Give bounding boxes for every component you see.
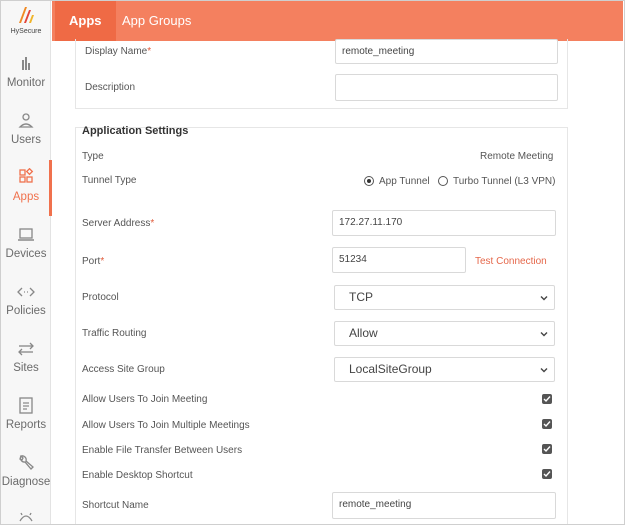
report-icon [19, 397, 33, 414]
display-name-input[interactable]: remote_meeting [335, 39, 558, 64]
logo: HySecure [1, 1, 51, 41]
sidebar-item-monitor[interactable]: Monitor [1, 46, 51, 102]
code-arrows-icon [17, 287, 35, 297]
chevron-down-icon [540, 332, 548, 337]
allow-multiple-label: Allow Users To Join Multiple Meetings [82, 420, 250, 431]
shortcut-name-label: Shortcut Name [82, 500, 149, 511]
access-site-group-label: Access Site Group [82, 364, 165, 375]
brand-name: HySecure [10, 28, 42, 35]
sidebar-item-apps[interactable]: Apps [1, 160, 52, 216]
app-tunnel-radio[interactable] [364, 176, 374, 186]
laptop-icon [18, 228, 34, 241]
sidebar-item-label: Monitor [6, 77, 46, 89]
tunnel-type-label: Tunnel Type [82, 175, 137, 186]
traffic-routing-value: Allow [349, 326, 378, 340]
sidebar-item-sites[interactable]: Sites [1, 331, 51, 387]
settings-icon[interactable] [18, 511, 34, 523]
tab-app-groups[interactable]: App Groups [108, 1, 205, 41]
bar-chart-icon [22, 57, 30, 70]
sidebar-item-devices[interactable]: Devices [1, 217, 51, 273]
traffic-routing-label: Traffic Routing [82, 328, 147, 339]
sidebar-item-diagnose[interactable]: Diagnose [1, 445, 51, 501]
port-label: Port* [82, 256, 105, 267]
traffic-routing-select[interactable]: Allow [334, 321, 555, 346]
tab-apps[interactable]: Apps [55, 1, 116, 41]
sidebar-item-policies[interactable]: Policies [1, 274, 51, 330]
section-title: Application Settings [82, 125, 189, 137]
top-nav-bar: Apps App Groups [52, 1, 623, 41]
test-connection-link[interactable]: Test Connection [475, 256, 547, 267]
sidebar-item-label: Policies [6, 305, 46, 317]
sidebar-item-users[interactable]: Users [1, 103, 51, 159]
apps-grid-icon [19, 168, 34, 183]
access-site-group-value: LocalSiteGroup [349, 362, 432, 376]
sidebar-item-label: Reports [5, 419, 47, 431]
file-transfer-label: Enable File Transfer Between Users [82, 445, 243, 456]
allow-join-label: Allow Users To Join Meeting [82, 394, 208, 405]
checkmark-icon [543, 421, 551, 428]
sidebar: HySecure Monitor Users Apps Devices Poli… [1, 1, 52, 524]
checkmark-icon [543, 396, 551, 403]
server-address-input[interactable]: 172.27.11.170 [332, 210, 556, 236]
desktop-shortcut-label: Enable Desktop Shortcut [82, 470, 193, 481]
access-site-group-select[interactable]: LocalSiteGroup [334, 357, 555, 382]
app-tunnel-label: App Tunnel [379, 176, 430, 187]
turbo-tunnel-label: Turbo Tunnel (L3 VPN) [453, 176, 556, 187]
chevron-down-icon [540, 296, 548, 301]
sidebar-item-label: Devices [5, 248, 47, 260]
sidebar-item-reports[interactable]: Reports [1, 388, 51, 444]
file-transfer-checkbox[interactable] [542, 444, 552, 454]
checkmark-icon [543, 471, 551, 478]
protocol-value: TCP [349, 290, 373, 304]
hysecure-logo-icon [19, 7, 34, 23]
sidebar-item-label: Apps [12, 191, 40, 203]
sidebar-item-label: Users [10, 134, 42, 146]
port-input[interactable]: 51234 [332, 247, 466, 273]
type-value: Remote Meeting [480, 151, 554, 162]
desktop-shortcut-checkbox[interactable] [542, 469, 552, 479]
swap-arrows-icon [18, 342, 34, 356]
sidebar-item-label: Diagnose [1, 476, 51, 488]
checkmark-icon [543, 446, 551, 453]
type-label: Type [82, 151, 104, 162]
display-name-label: Display Name* [85, 46, 152, 57]
wrench-icon [19, 455, 34, 470]
server-address-label: Server Address* [82, 218, 155, 229]
allow-multiple-checkbox[interactable] [542, 419, 552, 429]
user-icon [18, 113, 34, 128]
sidebar-item-label: Sites [13, 362, 39, 374]
shortcut-name-input[interactable]: remote_meeting [332, 492, 556, 519]
protocol-label: Protocol [82, 292, 119, 303]
chevron-down-icon [540, 368, 548, 373]
turbo-tunnel-radio[interactable] [438, 176, 448, 186]
allow-join-checkbox[interactable] [542, 394, 552, 404]
description-label: Description [85, 82, 136, 93]
protocol-select[interactable]: TCP [334, 285, 555, 310]
description-input[interactable] [335, 74, 558, 101]
main-content: Display Name* remote_meeting Description… [52, 39, 623, 524]
app-window: HySecure Monitor Users Apps Devices Poli… [0, 0, 625, 525]
